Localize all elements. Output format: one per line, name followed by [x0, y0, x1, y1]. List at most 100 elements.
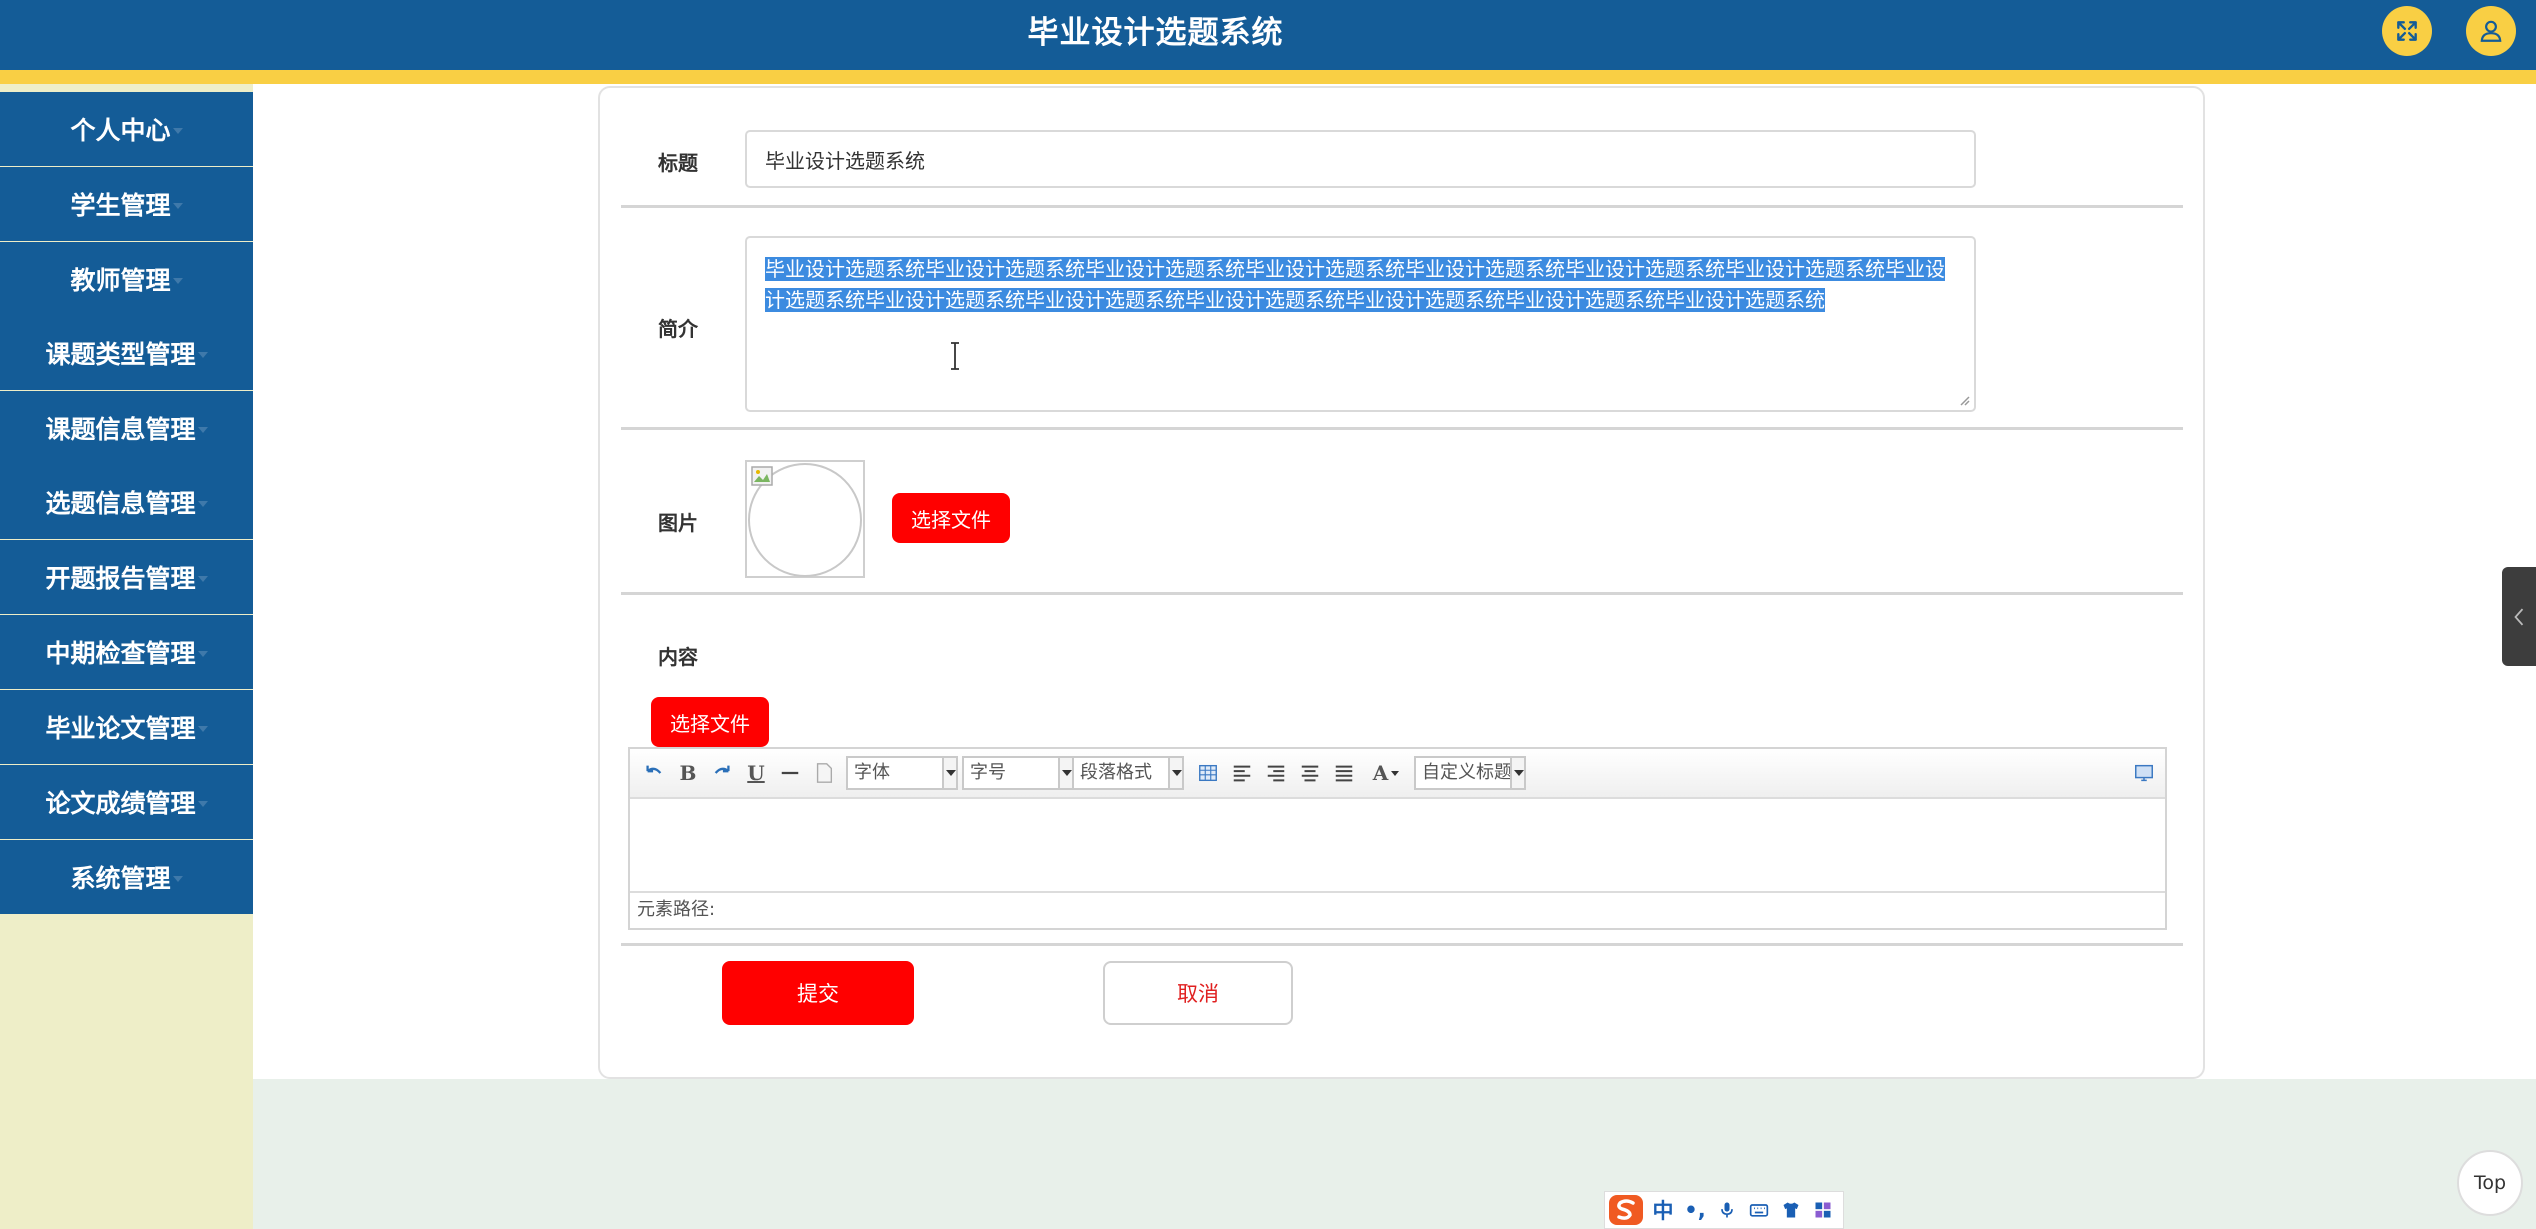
caret-down-icon: [197, 801, 208, 807]
title-input[interactable]: [745, 130, 1976, 188]
caret-down-icon: [172, 876, 183, 882]
undo-button[interactable]: [640, 759, 668, 787]
align-left-button[interactable]: [1228, 759, 1256, 787]
sidebar-item-topic-type-management[interactable]: 课题类型管理: [0, 316, 253, 390]
back-to-top-button[interactable]: Top: [2457, 1150, 2523, 1216]
align-center-button[interactable]: [1296, 759, 1324, 787]
sidebar-item-proposal-report-management[interactable]: 开题报告管理: [0, 540, 253, 614]
dropdown-arrow-icon: [1510, 758, 1524, 788]
ime-toolbox-button[interactable]: [1807, 1191, 1839, 1229]
caret-down-icon: [172, 128, 183, 134]
fullscreen-icon: [2397, 21, 2417, 41]
horizontal-rule-button[interactable]: [776, 759, 804, 787]
intro-text: 毕业设计选题系统毕业设计选题系统毕业设计选题系统毕业设计选题系统毕业设计选题系统…: [765, 257, 1945, 312]
ime-voice-button[interactable]: [1711, 1191, 1743, 1229]
align-right-icon: [1267, 765, 1285, 782]
dropdown-arrow-icon: [942, 758, 956, 788]
table-icon: [1199, 764, 1217, 782]
grid-apps-icon: [1815, 1202, 1831, 1218]
sidebar-item-thesis-management[interactable]: 毕业论文管理: [0, 690, 253, 764]
horizontal-rule-icon: [781, 771, 799, 775]
submit-button[interactable]: 提交: [722, 961, 914, 1025]
content-choose-file-button[interactable]: 选择文件: [651, 697, 769, 747]
text-cursor-icon: [951, 342, 959, 370]
redo-icon: [714, 765, 730, 774]
sidebar-item-midterm-check-management[interactable]: 中期检查管理: [0, 615, 253, 689]
editor-element-path: 元素路径:: [630, 891, 2165, 928]
ime-keyboard-button[interactable]: [1743, 1191, 1775, 1229]
form-card: [598, 86, 2205, 1079]
paragraph-format-select[interactable]: 段落格式: [1072, 756, 1184, 790]
dropdown-arrow-icon: [1168, 758, 1182, 788]
divider: [621, 592, 2183, 595]
sidebar-item-topic-info-management[interactable]: 课题信息管理: [0, 391, 253, 465]
new-document-button[interactable]: [810, 759, 838, 787]
sidebar-item-personal-center[interactable]: 个人中心: [0, 92, 253, 166]
align-left-icon: [1233, 765, 1251, 782]
microphone-icon: [1721, 1202, 1733, 1218]
divider: [621, 205, 2183, 208]
align-justify-button[interactable]: [1330, 759, 1358, 787]
caret-down-icon: [172, 278, 183, 284]
divider: [621, 427, 2183, 430]
caret-down-icon: [197, 726, 208, 732]
caret-down-icon: [197, 501, 208, 507]
ime-punctuation-toggle[interactable]: •,: [1679, 1191, 1711, 1229]
dropdown-arrow-icon: [1391, 770, 1400, 776]
font-size-select[interactable]: 字号: [962, 756, 1074, 790]
sidebar-item-thesis-grade-management[interactable]: 论文成绩管理: [0, 765, 253, 839]
font-family-select[interactable]: 字体: [846, 756, 958, 790]
undo-icon: [646, 765, 662, 774]
chevron-left-icon: [2514, 608, 2524, 625]
broken-image-icon: [751, 466, 773, 486]
header-stripe: [0, 70, 2536, 84]
underline-button[interactable]: U: [742, 759, 770, 787]
intro-textarea[interactable]: 毕业设计选题系统毕业设计选题系统毕业设计选题系统毕业设计选题系统毕业设计选题系统…: [745, 236, 1976, 412]
sidebar-item-teacher-management[interactable]: 教师管理: [0, 242, 253, 316]
rich-text-editor: B U 字体 字号 段落格式 A 自定义标题 元素路径:: [628, 747, 2167, 930]
sidebar-item-selection-info-management[interactable]: 选题信息管理: [0, 465, 253, 539]
custom-title-select[interactable]: 自定义标题: [1414, 756, 1526, 790]
user-button[interactable]: [2466, 6, 2516, 56]
cancel-button[interactable]: 取消: [1103, 961, 1293, 1025]
divider: [621, 943, 2183, 946]
fullscreen-button[interactable]: [2382, 6, 2432, 56]
caret-down-icon: [197, 576, 208, 582]
sidebar-item-student-management[interactable]: 学生管理: [0, 167, 253, 241]
align-center-icon: [1301, 765, 1319, 782]
ime-lang-toggle[interactable]: 中: [1647, 1191, 1679, 1229]
bold-button[interactable]: B: [674, 759, 702, 787]
font-color-button[interactable]: A: [1366, 759, 1406, 787]
resize-grip-icon[interactable]: [1958, 394, 1970, 406]
monitor-icon: [2135, 764, 2153, 782]
tshirt-icon: [1783, 1202, 1799, 1218]
align-justify-icon: [1335, 765, 1353, 782]
title-label: 标题: [658, 151, 698, 175]
insert-table-button[interactable]: [1194, 759, 1222, 787]
dropdown-arrow-icon: [1058, 758, 1072, 788]
caret-down-icon: [197, 651, 208, 657]
ime-skin-button[interactable]: [1775, 1191, 1807, 1229]
ime-toolbar: 中 •,: [1604, 1191, 1844, 1229]
image-label: 图片: [658, 511, 698, 535]
editor-content-area[interactable]: [630, 799, 2165, 889]
image-preview: [745, 460, 865, 578]
user-icon: [2480, 20, 2502, 42]
image-choose-file-button[interactable]: 选择文件: [892, 493, 1010, 543]
sogou-logo-icon[interactable]: [1605, 1191, 1647, 1229]
caret-down-icon: [197, 427, 208, 433]
document-icon: [816, 763, 833, 783]
align-right-button[interactable]: [1262, 759, 1290, 787]
intro-label: 简介: [658, 317, 698, 341]
keyboard-icon: [1749, 1204, 1769, 1217]
caret-down-icon: [172, 203, 183, 209]
caret-down-icon: [197, 352, 208, 358]
app-title: 毕业设计选题系统: [1027, 15, 1284, 51]
sidebar-item-system-management[interactable]: 系统管理: [0, 840, 253, 914]
redo-button[interactable]: [708, 759, 736, 787]
editor-toolbar: B U 字体 字号 段落格式 A 自定义标题: [630, 749, 2165, 799]
source-view-button[interactable]: [2130, 759, 2158, 787]
content-label: 内容: [658, 645, 698, 669]
side-panel-toggle[interactable]: [2502, 567, 2536, 666]
app-header: 毕业设计选题系统: [0, 0, 2536, 70]
